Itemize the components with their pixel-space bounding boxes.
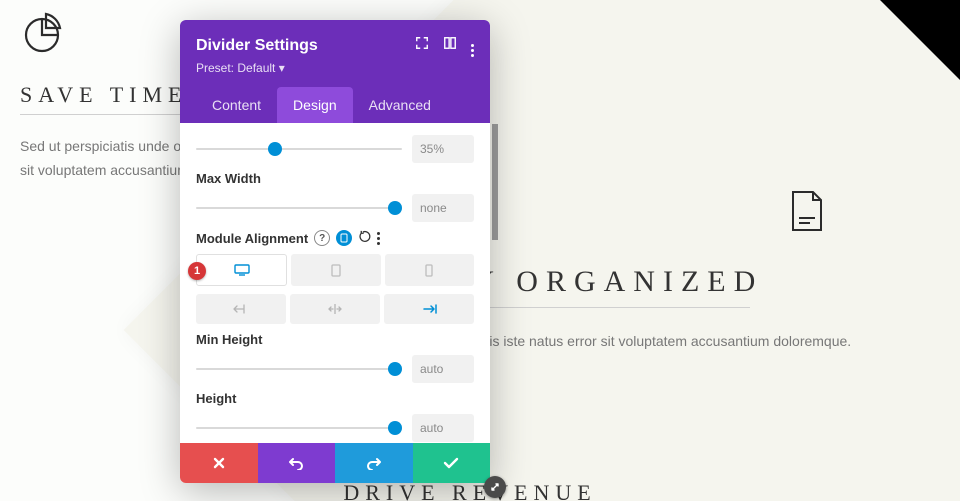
align-right-button[interactable] xyxy=(384,294,474,324)
minheight-slider-row: auto xyxy=(196,355,474,383)
undo-button[interactable] xyxy=(258,443,336,483)
minheight-value-input[interactable]: auto xyxy=(412,355,474,383)
width-slider-row: 35% xyxy=(196,135,474,163)
scrollbar-indicator[interactable] xyxy=(492,124,498,240)
expand-icon[interactable] xyxy=(415,36,429,55)
cancel-button[interactable] xyxy=(180,443,258,483)
maxwidth-slider-row: none xyxy=(196,194,474,222)
device-phone-tab[interactable] xyxy=(385,254,474,286)
modal-title: Divider Settings xyxy=(196,37,318,55)
save-button[interactable] xyxy=(413,443,491,483)
height-label: Height xyxy=(196,391,474,406)
responsive-device-tabs: 1 xyxy=(196,254,474,286)
align-center-button[interactable] xyxy=(290,294,380,324)
pie-chart-icon xyxy=(20,10,64,54)
device-desktop-tab[interactable] xyxy=(196,254,287,286)
modal-header-controls xyxy=(415,34,474,57)
heading-drive-revenue-partial: DRIVE REVENUE xyxy=(300,480,640,501)
preset-dropdown[interactable]: Preset: Default ▾ xyxy=(196,61,474,75)
minheight-slider[interactable] xyxy=(196,361,402,377)
responsive-phone-icon[interactable] xyxy=(336,230,352,246)
tab-content[interactable]: Content xyxy=(196,87,277,123)
resize-handle-icon[interactable] xyxy=(484,476,506,498)
redo-button[interactable] xyxy=(335,443,413,483)
alignment-buttons xyxy=(196,294,474,324)
align-left-button[interactable] xyxy=(196,294,286,324)
divider-settings-modal: Divider Settings Preset: Default ▾ xyxy=(180,20,490,483)
kebab-menu-icon[interactable] xyxy=(471,34,474,57)
modal-tabs: Content Design Advanced xyxy=(196,87,474,123)
maxwidth-slider[interactable] xyxy=(196,200,402,216)
module-alignment-label: Module Alignment ? xyxy=(196,230,474,246)
height-value-input[interactable]: auto xyxy=(412,414,474,442)
device-tablet-tab[interactable] xyxy=(291,254,380,286)
width-slider[interactable] xyxy=(196,141,402,157)
height-slider[interactable] xyxy=(196,420,402,436)
width-value-input[interactable]: 35% xyxy=(412,135,474,163)
help-icon[interactable]: ? xyxy=(314,230,330,246)
kebab-menu-icon[interactable] xyxy=(377,232,380,245)
modal-body: 35% Max Width none Module Alignment ? xyxy=(180,123,490,443)
corner-triangle xyxy=(880,0,960,80)
minheight-label: Min Height xyxy=(196,332,474,347)
snap-icon[interactable] xyxy=(443,36,457,55)
tab-design[interactable]: Design xyxy=(277,87,353,123)
modal-footer xyxy=(180,443,490,483)
maxwidth-label: Max Width xyxy=(196,171,474,186)
document-icon xyxy=(790,190,824,237)
step-badge-1: 1 xyxy=(188,262,206,280)
reset-icon[interactable] xyxy=(358,230,371,246)
maxwidth-value-input[interactable]: none xyxy=(412,194,474,222)
height-slider-row: auto xyxy=(196,414,474,442)
tab-advanced[interactable]: Advanced xyxy=(353,87,447,123)
modal-header: Divider Settings Preset: Default ▾ xyxy=(180,20,490,123)
